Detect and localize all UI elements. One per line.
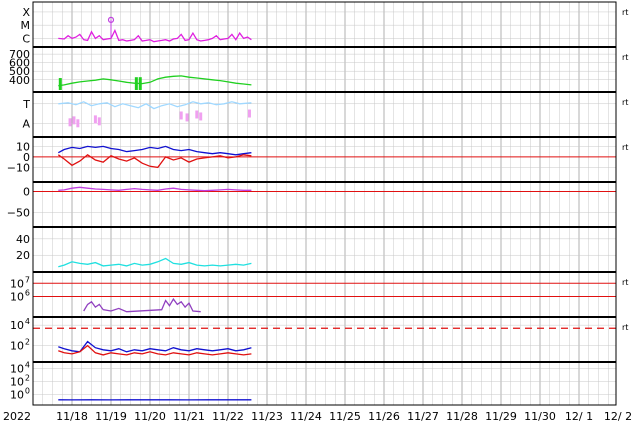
x-tick-label: 11/21 <box>173 410 205 423</box>
spike-bar <box>58 78 62 90</box>
y-tick-exponent: 4 <box>25 317 30 326</box>
panel-right-mark: rt <box>622 143 628 152</box>
y-tick-label: 20 <box>16 249 30 262</box>
y-tick-label: −10 <box>7 161 30 174</box>
scatter-point <box>185 113 189 122</box>
y-tick-label: −50 <box>7 206 30 219</box>
x-tick-label: 11/30 <box>524 410 556 423</box>
x-tick-label: 12/ 2 <box>604 410 632 423</box>
label-layer: 11/18 11/19 11/20 11/21 11/22 11/23 11/24 11/25… <box>7 6 632 423</box>
grid-layer <box>32 2 616 405</box>
panel-right-mark: rt <box>622 323 628 332</box>
series-line-proton <box>58 344 252 356</box>
x-tick-label: 11/23 <box>251 410 283 423</box>
x-tick-label: 11/24 <box>290 410 322 423</box>
space-weather-chart: 11/18 11/19 11/20 11/21 11/22 11/23 11/24 11/25… <box>3 1 632 423</box>
scatter-point <box>179 111 183 120</box>
panel-right-mark: rt <box>622 8 628 17</box>
series-line-xray <box>58 28 252 43</box>
y-tick-label: C <box>22 32 30 45</box>
data-layer <box>33 16 616 401</box>
year-label: 2022 <box>3 410 31 423</box>
series-line-density <box>58 257 252 268</box>
x-tick-label: 11/20 <box>134 410 166 423</box>
x-tick-label: 11/29 <box>485 410 517 423</box>
spike-bar <box>134 77 138 90</box>
series-line-ta <box>58 101 252 110</box>
y-tick-label: 10 <box>10 389 24 402</box>
scatter-point <box>72 116 76 125</box>
y-tick-exponent: 4 <box>25 361 30 370</box>
y-tick-label: 0 <box>23 186 30 199</box>
y-tick-label: 10 <box>10 290 24 303</box>
scatter-point <box>93 115 97 124</box>
scatter-point <box>68 118 72 127</box>
y-tick-exponent: 6 <box>25 288 30 297</box>
series-line-bz_long <box>58 186 252 192</box>
scatter-point <box>199 112 203 121</box>
series-line-bfield <box>57 145 252 156</box>
scatter-point <box>247 109 251 118</box>
series-line-proton <box>58 340 252 353</box>
y-tick-label: 10 <box>10 277 24 290</box>
spike-bar <box>138 77 142 90</box>
x-tick-label: 11/19 <box>95 410 127 423</box>
panel-right-mark: rt <box>622 278 628 287</box>
y-tick-label: 40 <box>16 233 30 246</box>
x-tick-label: 11/26 <box>368 410 400 423</box>
y-tick-exponent: 2 <box>25 374 30 383</box>
scatter-point <box>76 119 80 128</box>
y-tick-label: 400 <box>9 74 30 87</box>
x-tick-label: 11/18 <box>56 410 88 423</box>
panel-right-mark: rt <box>622 98 628 107</box>
series-line-wind_speed <box>58 75 252 87</box>
y-tick-exponent: 0 <box>25 387 30 396</box>
x-tick-label: 11/22 <box>212 410 244 423</box>
y-tick-label: M <box>21 19 31 32</box>
y-tick-label: T <box>22 98 30 111</box>
y-tick-exponent: 7 <box>25 275 30 284</box>
y-tick-label: A <box>22 117 30 130</box>
x-tick-label: 12/ 1 <box>565 410 593 423</box>
x-tick-label: 11/25 <box>329 410 361 423</box>
y-tick-label: 10 <box>10 319 24 332</box>
scatter-point <box>195 110 199 119</box>
x-tick-label: 11/28 <box>446 410 478 423</box>
y-tick-label: 10 <box>10 340 24 353</box>
panel-right-mark: rt <box>622 53 628 62</box>
y-tick-label: X <box>22 6 30 19</box>
x-tick-label: 11/27 <box>407 410 439 423</box>
scatter-point <box>97 117 101 126</box>
y-tick-label: 10 <box>10 363 24 376</box>
y-tick-exponent: 2 <box>25 338 30 347</box>
y-tick-label: 10 <box>10 376 24 389</box>
